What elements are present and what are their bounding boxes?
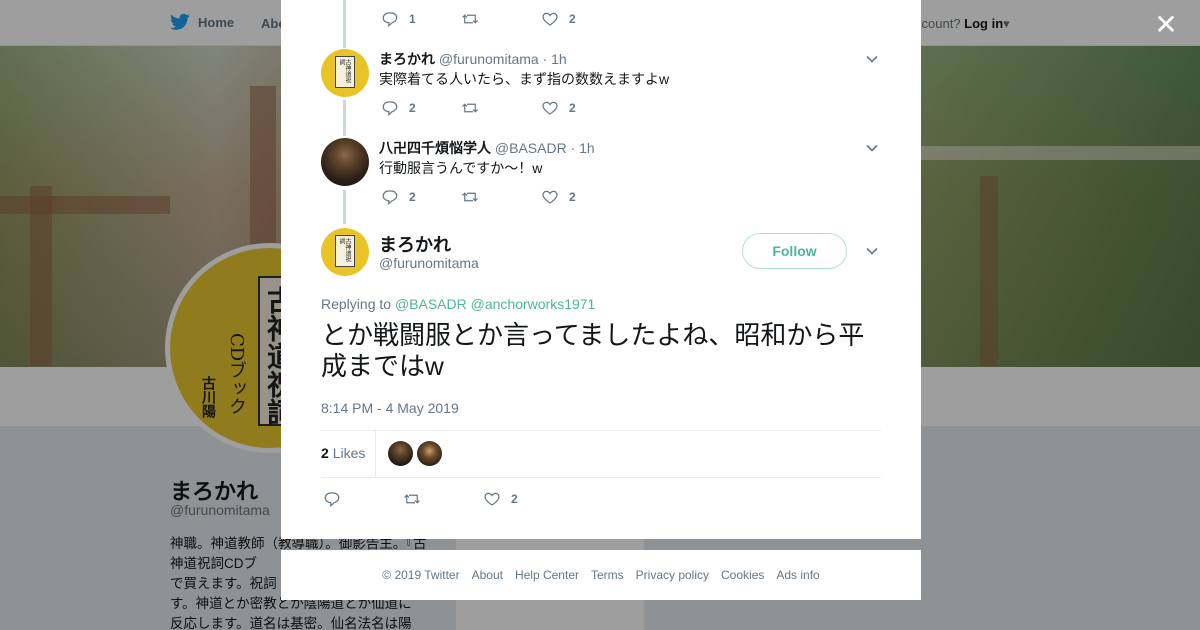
tweet-text: 実際着てる人いたら、まず指の数数えますよw xyxy=(379,71,670,87)
retweet-button[interactable] xyxy=(461,99,541,117)
footer-copyright: © 2019 Twitter xyxy=(382,568,460,582)
footer-link-privacy[interactable]: Privacy policy xyxy=(636,568,709,582)
thread-line xyxy=(343,0,346,48)
retweet-icon xyxy=(462,103,478,113)
like-count: 2 xyxy=(569,12,576,26)
reply-count: 1 xyxy=(409,12,416,26)
person-avatar[interactable] xyxy=(321,138,369,186)
likes-row: 2 Likes xyxy=(321,431,881,477)
reply-count: 2 xyxy=(409,190,416,204)
footer-link-cookies[interactable]: Cookies xyxy=(721,568,764,582)
tweet-time[interactable]: · 1h xyxy=(571,140,595,156)
like-button[interactable]: 2 xyxy=(541,188,576,206)
main-tweet-text: とか戦闘服とか言ってましたよね、昭和から平成まではw xyxy=(321,320,865,381)
tweet-actions: 1 2 xyxy=(381,10,576,28)
heart-icon xyxy=(542,101,558,115)
retweet-icon xyxy=(462,192,478,202)
reply-icon xyxy=(382,12,398,28)
divider xyxy=(375,431,376,477)
follow-button[interactable]: Follow xyxy=(742,233,847,269)
reply-button[interactable]: 2 xyxy=(381,188,461,206)
retweet-button[interactable] xyxy=(461,10,541,28)
modal-footer: © 2019 Twitter About Help Center Terms P… xyxy=(281,550,921,600)
tweet-modal: 1 2 古神道祝詞 まろかれ @furunomitama · 1h 実際着てる人… xyxy=(281,0,921,539)
like-count: 2 xyxy=(511,492,518,506)
tweet-header: 八卍四千煩悩学人 @BASADR · 1h xyxy=(379,138,595,158)
tweet-timestamp[interactable]: 8:14 PM - 4 May 2019 xyxy=(321,400,459,416)
replying-to-label: Replying to xyxy=(321,296,392,312)
footer-link-help[interactable]: Help Center xyxy=(515,568,579,582)
heart-icon xyxy=(542,190,558,204)
like-button[interactable]: 2 xyxy=(541,10,576,28)
liker-avatar[interactable] xyxy=(417,441,442,466)
like-button[interactable]: 2 xyxy=(483,490,518,508)
tweet-author-handle[interactable]: @furunomitama xyxy=(439,51,539,67)
like-button[interactable]: 2 xyxy=(541,99,576,117)
heart-icon xyxy=(484,492,500,506)
book-avatar[interactable]: 古神道祝詞 xyxy=(321,49,369,97)
book-avatar[interactable]: 古神道祝詞 xyxy=(321,228,369,276)
reply-icon xyxy=(382,190,398,206)
retweet-button[interactable] xyxy=(403,490,483,508)
like-count: 2 xyxy=(569,190,576,204)
chevron-down-icon[interactable] xyxy=(866,245,878,257)
chevron-down-icon[interactable] xyxy=(866,142,878,154)
tweet-author-handle[interactable]: @BASADR xyxy=(495,140,567,156)
likes-number: 2 xyxy=(321,445,329,461)
replying-to-user[interactable]: @anchorworks1971 xyxy=(471,296,596,312)
replying-to-user[interactable]: @BASADR xyxy=(395,296,467,312)
likes-count[interactable]: 2 Likes xyxy=(321,445,365,461)
divider xyxy=(321,477,881,478)
retweet-icon xyxy=(404,494,420,504)
close-icon[interactable]: ✕ xyxy=(1152,11,1180,39)
tweet-author-name[interactable]: まろかれ xyxy=(379,51,435,67)
reply-icon xyxy=(382,101,398,117)
like-count: 2 xyxy=(569,101,576,115)
thread-tweet[interactable]: 八卍四千煩悩学人 @BASADR · 1h 行動服言うんですか〜！w xyxy=(321,138,881,218)
main-tweet-actions: 2 xyxy=(323,490,518,508)
liker-avatar[interactable] xyxy=(388,441,413,466)
chevron-down-icon[interactable] xyxy=(866,53,878,65)
tweet-time[interactable]: · 1h xyxy=(543,51,567,67)
likes-label: Likes xyxy=(332,445,366,461)
reply-count: 2 xyxy=(409,101,416,115)
thread-tweet[interactable]: 古神道祝詞 まろかれ @furunomitama · 1h 実際着てる人いたら、… xyxy=(321,49,881,129)
tweet-actions: 2 2 xyxy=(381,99,576,117)
footer-link-about[interactable]: About xyxy=(472,568,503,582)
main-tweet-author-handle[interactable]: @furunomitama xyxy=(379,255,479,271)
reply-button[interactable] xyxy=(323,490,403,508)
retweet-icon xyxy=(462,14,478,24)
retweet-button[interactable] xyxy=(461,188,541,206)
tweet-text: 行動服言うんですか〜！w xyxy=(379,160,543,176)
main-tweet-author-name[interactable]: まろかれ xyxy=(379,231,451,257)
tweet-actions: 2 2 xyxy=(381,188,576,206)
footer-link-ads[interactable]: Ads info xyxy=(776,568,819,582)
heart-icon xyxy=(542,12,558,26)
tweet-author-name[interactable]: 八卍四千煩悩学人 xyxy=(379,140,491,156)
reply-button[interactable]: 2 xyxy=(381,99,461,117)
tweet-header: まろかれ @furunomitama · 1h xyxy=(379,49,567,69)
reply-button[interactable]: 1 xyxy=(381,10,461,28)
footer-link-terms[interactable]: Terms xyxy=(591,568,624,582)
replying-to: Replying to @BASADR @anchorworks1971 xyxy=(321,296,595,312)
reply-icon xyxy=(324,492,340,508)
